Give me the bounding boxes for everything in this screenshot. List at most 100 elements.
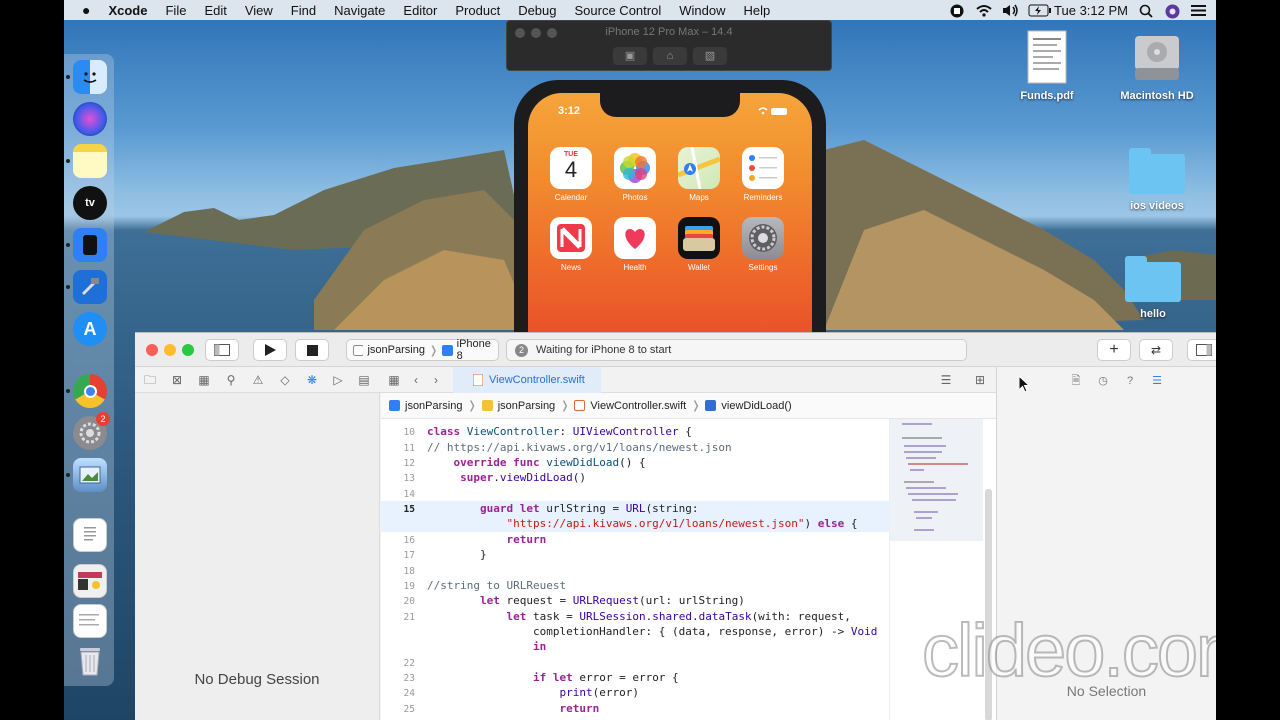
trash-icon[interactable] — [73, 644, 107, 678]
notes-icon[interactable] — [73, 144, 107, 178]
apple-icon[interactable]: ● — [64, 2, 99, 18]
scheme-name: jsonParsing — [367, 344, 425, 356]
report-navigator-icon[interactable]: ▤ — [357, 373, 371, 387]
run-button[interactable] — [253, 339, 287, 361]
desktop-item-ios-videos[interactable]: ios videos — [1112, 148, 1202, 212]
pdf-document-icon — [1027, 30, 1067, 84]
wallet-app-icon[interactable] — [678, 217, 720, 259]
running-indicator — [66, 75, 70, 79]
zoom-icon[interactable] — [182, 344, 194, 356]
close-icon[interactable] — [146, 344, 158, 356]
notification-center-icon[interactable] — [1191, 4, 1206, 17]
source-control-navigator-icon[interactable]: ⊠ — [170, 373, 184, 387]
stop-button[interactable] — [295, 339, 329, 361]
back-icon[interactable]: ‹ — [409, 373, 423, 387]
activity-status-bar: 2 Waiting for iPhone 8 to start — [506, 339, 967, 361]
minimap-line — [902, 437, 942, 439]
news-app-icon[interactable] — [550, 217, 592, 259]
notes-thumbnail-icon[interactable] — [73, 604, 107, 638]
wifi-icon[interactable] — [976, 4, 992, 17]
spotlight-search-icon[interactable] — [1139, 4, 1154, 18]
health-app-icon[interactable] — [614, 217, 656, 259]
user-account-icon[interactable] — [1165, 4, 1180, 18]
jump-bar-item[interactable]: jsonParsing — [405, 400, 462, 412]
menu-help[interactable]: Help — [734, 3, 779, 18]
minimize-icon[interactable] — [164, 344, 176, 356]
maps-app-icon[interactable] — [677, 146, 721, 190]
menu-navigate[interactable]: Navigate — [325, 3, 394, 18]
file-inspector-icon[interactable]: 🗎 — [1069, 374, 1083, 388]
menu-view[interactable]: View — [236, 3, 282, 18]
screenshot-button[interactable]: ▣ — [613, 47, 647, 65]
menu-debug[interactable]: Debug — [509, 3, 565, 18]
add-editor-icon[interactable]: ⊞ — [973, 373, 987, 387]
test-navigator-icon[interactable]: ◇ — [278, 373, 292, 387]
folder-icon — [481, 400, 493, 411]
source-editor[interactable]: 10 11 12 13 14 15 16 17 18 19 20 21 22 2… — [381, 419, 889, 720]
record-icon[interactable] — [950, 4, 965, 17]
grid-icon[interactable]: ▦ — [387, 373, 401, 387]
code-line: return — [559, 702, 600, 715]
toggle-navigator-button[interactable] — [205, 339, 239, 361]
attributes-inspector-icon[interactable]: ☰ — [1150, 374, 1164, 388]
app-store-icon[interactable]: A — [73, 312, 107, 346]
siri-icon[interactable] — [73, 102, 107, 136]
battery-icon[interactable] — [1028, 4, 1052, 17]
menu-find[interactable]: Find — [282, 3, 325, 18]
quick-help-icon[interactable]: ? — [1123, 374, 1137, 388]
breakpoint-navigator-icon[interactable]: ▷ — [331, 373, 345, 387]
desktop-item-funds-pdf[interactable]: Funds.pdf — [1002, 30, 1092, 102]
settings-app-icon[interactable] — [742, 217, 784, 259]
code-line: // https://api.kivaws.org/v1/loans/newes… — [427, 441, 732, 454]
history-inspector-icon[interactable]: ◷ — [1096, 374, 1110, 388]
menu-source-control[interactable]: Source Control — [566, 3, 671, 18]
photos-app-icon[interactable] — [614, 147, 656, 189]
jump-bar-item[interactable]: viewDidLoad() — [721, 400, 791, 412]
menu-file[interactable]: File — [156, 3, 195, 18]
menubar-clock[interactable]: Tue 3:12 PM — [1054, 3, 1128, 18]
xcode-icon[interactable] — [73, 270, 107, 304]
document-thumbnail-icon[interactable] — [73, 518, 107, 552]
rotate-button[interactable]: ▧ — [693, 47, 727, 65]
menu-window[interactable]: Window — [670, 3, 734, 18]
menu-product[interactable]: Product — [446, 3, 509, 18]
minimap-line — [908, 463, 968, 465]
volume-icon[interactable] — [1002, 4, 1018, 17]
line-number: 16 — [403, 535, 415, 546]
code-line: class ViewController: UIViewController { — [427, 425, 692, 438]
finder-icon[interactable] — [73, 60, 107, 94]
jump-bar-item[interactable]: ViewController.swift — [590, 400, 686, 412]
home-button[interactable]: ⌂ — [653, 47, 687, 65]
add-library-button[interactable]: + — [1097, 339, 1131, 361]
iphone-home-screen: 3:12 TUE 4 Calendar Photos Maps Reminder… — [528, 93, 812, 340]
apple-tv-icon[interactable]: tv — [73, 186, 107, 220]
preview-icon[interactable] — [73, 458, 107, 492]
scheme-selector[interactable]: jsonParsing ❭ iPhone 8 — [346, 338, 499, 362]
toggle-inspector-button[interactable] — [1187, 339, 1216, 361]
menu-edit[interactable]: Edit — [195, 3, 235, 18]
line-number: 17 — [403, 550, 415, 561]
menu-editor[interactable]: Editor — [394, 3, 446, 18]
desktop-item-hello[interactable]: hello — [1108, 256, 1198, 320]
no-debug-session-message: No Debug Session — [194, 671, 320, 688]
screenshot-thumbnail-icon[interactable] — [73, 564, 107, 598]
folder-navigator-icon[interactable]: 🗀 — [143, 373, 157, 387]
chevron-right-icon: ❭ — [467, 400, 477, 412]
reminders-app-icon[interactable] — [742, 147, 784, 189]
tab-viewcontroller-swift[interactable]: ViewController.swift — [453, 367, 601, 393]
code-review-button[interactable]: ⇄ — [1139, 339, 1173, 361]
editor-options-icon[interactable]: ☰ — [939, 373, 953, 387]
menu-app-name[interactable]: Xcode — [99, 3, 156, 18]
desktop-item-macintosh-hd[interactable]: Macintosh HD — [1112, 30, 1202, 102]
issue-navigator-icon[interactable]: ⚠ — [251, 373, 265, 387]
chevron-right-icon: ❭ — [691, 400, 701, 412]
find-navigator-icon[interactable]: ⚲ — [224, 373, 238, 387]
symbol-navigator-icon[interactable]: ▦ — [197, 373, 211, 387]
chrome-icon[interactable] — [73, 374, 107, 408]
forward-icon[interactable]: › — [429, 373, 443, 387]
swift-file-icon — [574, 400, 586, 411]
jump-bar-item[interactable]: jsonParsing — [498, 400, 555, 412]
debug-navigator-icon[interactable]: ❋ — [305, 373, 319, 387]
simulator-icon[interactable] — [73, 228, 107, 262]
calendar-app-icon[interactable]: TUE 4 — [550, 147, 592, 189]
